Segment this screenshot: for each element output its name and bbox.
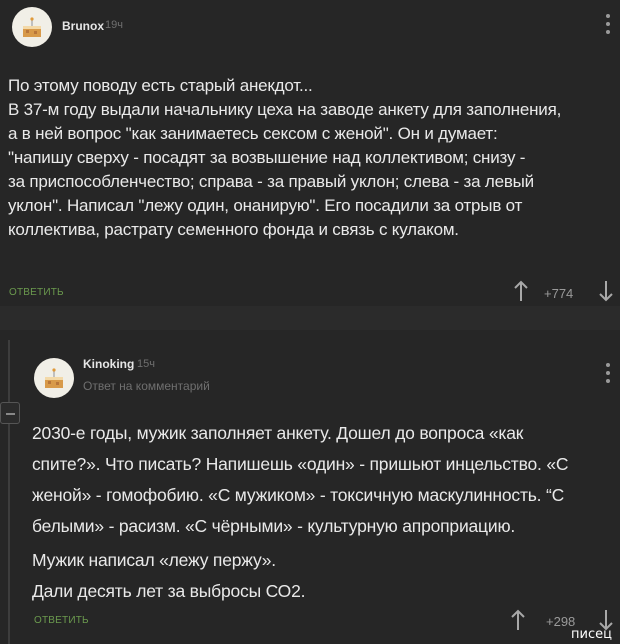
comment-line: По этому поводу есть старый анекдот... (8, 76, 313, 95)
watermark: писец (571, 627, 612, 642)
comment-line: В 37-м году выдали начальнику цеха на за… (8, 100, 562, 119)
comment-line: за приспособленчество; справа - за правы… (8, 172, 534, 191)
avatar[interactable] (34, 358, 74, 398)
comment-kinoking: Kinoking 15ч Ответ на комментарий 2030-е… (0, 330, 620, 644)
rating: +774 (544, 286, 574, 301)
thread-line[interactable] (8, 340, 10, 644)
comment-line: уклон". Написал "лежу один, онанирую". Е… (8, 196, 523, 215)
avatar[interactable] (12, 7, 52, 47)
comment-line: коллектива, растрату семенного фонда и с… (8, 220, 459, 239)
comment-line: Дали десять лет за выбросы СО2. (32, 581, 306, 601)
comment-line: Мужик написал «лежу пержу». (32, 550, 276, 570)
comment-line: женой» - гомофобию. «С мужиком» - токсич… (32, 485, 565, 505)
timestamp: 15ч (137, 358, 155, 370)
more-dots-icon[interactable] (605, 14, 611, 40)
comment-line: белыми» - расизм. «С чёрными» - культурн… (32, 516, 516, 536)
avatar-cake-icon (23, 17, 41, 37)
upvote-arrow-icon[interactable] (510, 609, 526, 631)
upvote-arrow-icon[interactable] (513, 280, 529, 302)
comment-line: "напишу сверху - посадят за возвышение н… (8, 148, 526, 167)
reply-to-link[interactable]: Ответ на комментарий (83, 379, 210, 393)
collapse-thread-icon[interactable] (0, 402, 20, 424)
downvote-arrow-icon[interactable] (598, 280, 614, 302)
reply-button[interactable]: ОТВЕТИТЬ (9, 287, 64, 298)
comment-line: спите?». Что писать? Напишешь «один» - п… (32, 454, 569, 474)
username[interactable]: Brunox (62, 19, 104, 33)
comment-line: а в ней вопрос "как занимаетесь сексом с… (8, 124, 498, 143)
username[interactable]: Kinoking (83, 357, 134, 371)
timestamp: 19ч (105, 19, 123, 31)
comment-line: 2030-е годы, мужик заполняет анкету. Дош… (32, 423, 524, 443)
comment-brunox: Brunox 19ч По этому поводу есть старый а… (0, 0, 620, 306)
comment-text: По этому поводу есть старый анекдот... В… (8, 74, 616, 242)
comment-separator (0, 306, 620, 330)
reply-button[interactable]: ОТВЕТИТЬ (34, 615, 89, 626)
comment-text: 2030-е годы, мужик заполняет анкету. Дош… (32, 418, 612, 607)
more-dots-icon[interactable] (605, 363, 611, 389)
avatar-cake-icon (45, 368, 63, 388)
